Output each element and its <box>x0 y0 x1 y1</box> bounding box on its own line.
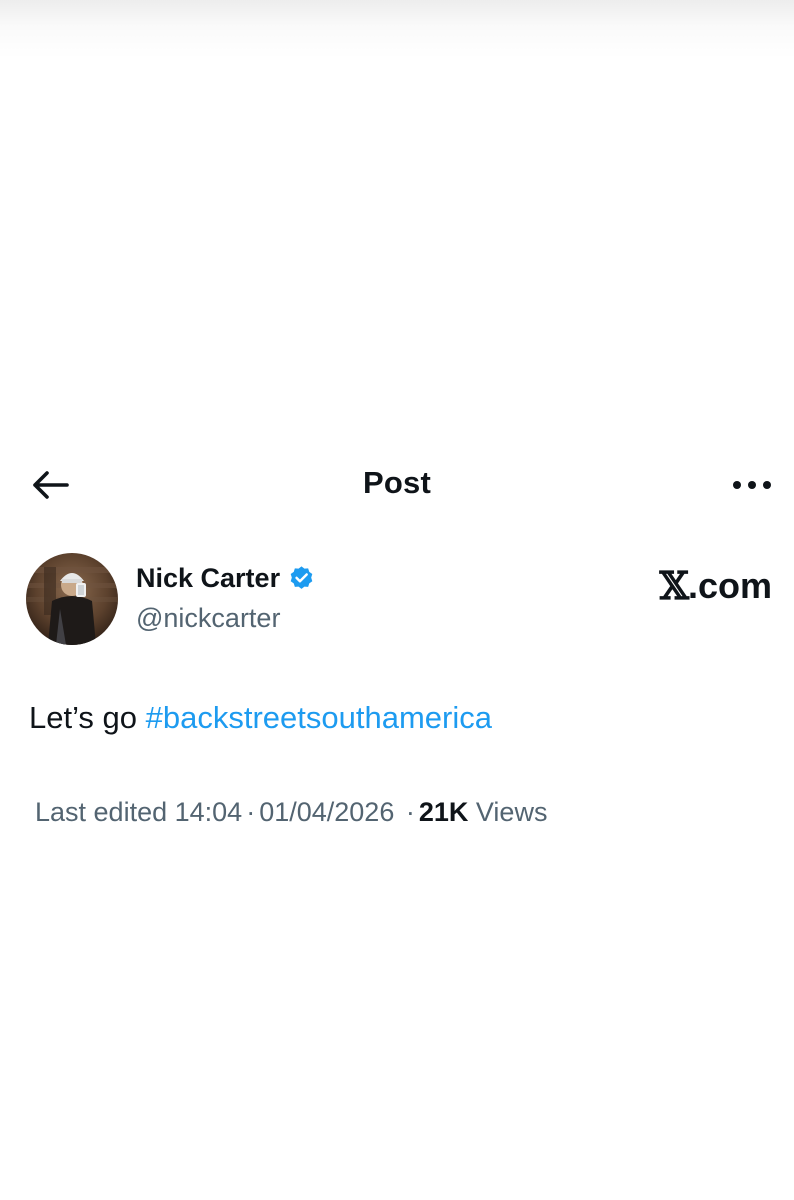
author-row: Nick Carter @nickcarter 𝕏 .com <box>26 553 776 648</box>
more-horizontal-icon <box>733 481 771 489</box>
hashtag-link[interactable]: #backstreetsouthamerica <box>146 700 492 735</box>
separator-dot: · <box>405 797 415 827</box>
avatar-photo <box>26 553 118 645</box>
brand-suffix: .com <box>687 564 772 606</box>
user-handle[interactable]: @nickcarter <box>136 603 280 634</box>
views-label: Views <box>475 797 548 827</box>
edited-time[interactable]: 14:04 <box>175 797 243 827</box>
edited-date[interactable]: 01/04/2026 <box>259 797 394 827</box>
views-count: 21K <box>418 797 469 827</box>
page-title: Post <box>363 465 431 500</box>
more-options-button[interactable] <box>726 466 778 504</box>
display-name[interactable]: Nick Carter <box>136 563 280 594</box>
verified-badge-icon <box>288 565 315 592</box>
post-metadata: Last edited 14:04 · 01/04/2026 · 21K Views <box>35 797 547 828</box>
name-row: Nick Carter <box>136 563 315 594</box>
post-text: Let’s go #backstreetsouthamerica <box>29 700 492 736</box>
avatar[interactable] <box>26 553 118 645</box>
post-header: Post <box>0 450 794 520</box>
x-logo-icon: 𝕏 <box>659 563 689 608</box>
top-shadow <box>0 0 794 60</box>
brand-watermark: 𝕏 .com <box>659 563 772 608</box>
separator-dot: · <box>246 797 256 827</box>
edited-label: Last edited <box>35 797 168 827</box>
post-text-prefix: Let’s go <box>29 700 138 735</box>
